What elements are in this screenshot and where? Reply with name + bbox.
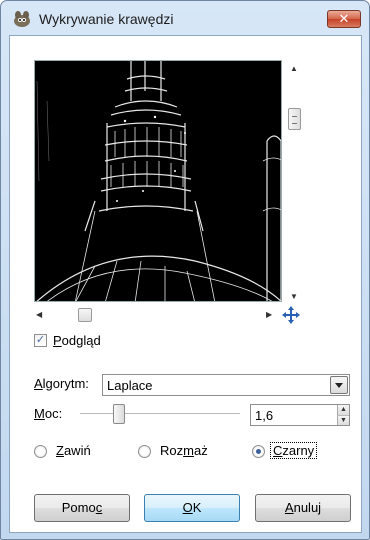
edge-preview-drawing <box>35 61 281 301</box>
horizontal-scroll-thumb[interactable] <box>78 308 92 322</box>
cancel-button[interactable]: Anuluj <box>255 494 351 522</box>
amount-slider-thumb[interactable] <box>113 404 125 424</box>
scroll-left-icon[interactable]: ◀ <box>36 310 42 319</box>
algorithm-value: Laplace <box>107 378 153 393</box>
radio-black[interactable] <box>252 445 265 458</box>
spin-up-icon[interactable]: ▲ <box>337 405 349 415</box>
radio-wrap-label[interactable]: Zawiń <box>56 443 91 458</box>
scroll-down-icon[interactable]: ▼ <box>290 292 298 301</box>
scroll-up-icon[interactable]: ▲ <box>290 64 298 73</box>
spin-down-icon[interactable]: ▼ <box>337 415 349 425</box>
chevron-down-icon[interactable] <box>330 376 348 394</box>
preview-checkbox-label[interactable]: Podgląd <box>53 333 101 348</box>
ok-button[interactable]: OK <box>144 494 240 522</box>
dialog-window: Wykrywanie krawędzi ✕ ▲ ▼ ◀ ▶ ✓ Podgląd … <box>0 0 370 540</box>
amount-spin-buttons[interactable]: ▲ ▼ <box>337 405 349 425</box>
radio-black-label[interactable]: Czarny <box>270 442 318 459</box>
algorithm-label: Algorytm: <box>34 376 89 391</box>
amount-spinbox[interactable]: 1,6 ▲ ▼ <box>250 404 350 426</box>
radio-wrap[interactable] <box>34 445 47 458</box>
preview-image[interactable] <box>34 60 282 302</box>
close-button[interactable]: ✕ <box>327 10 361 28</box>
algorithm-select[interactable]: Laplace <box>102 374 350 396</box>
window-title: Wykrywanie krawędzi <box>39 11 174 27</box>
dialog-body: ▲ ▼ ◀ ▶ ✓ Podgląd Algorytm: Laplace Moc: <box>9 35 362 533</box>
amount-label: Moc: <box>34 406 63 421</box>
amount-slider-track[interactable] <box>80 413 240 415</box>
preview-horizontal-scrollbar[interactable]: ◀ ▶ <box>34 306 284 326</box>
preview-vertical-scrollbar[interactable]: ▲ ▼ <box>284 60 304 322</box>
vertical-scroll-thumb[interactable] <box>288 108 301 130</box>
title-bar: Wykrywanie krawędzi ✕ <box>1 1 369 35</box>
wilber-icon <box>14 11 30 27</box>
navigate-cross-icon[interactable] <box>281 305 301 325</box>
help-button[interactable]: Pomoc <box>34 494 130 522</box>
radio-smear[interactable] <box>138 445 151 458</box>
preview-checkbox[interactable]: ✓ <box>34 334 47 347</box>
scroll-right-icon[interactable]: ▶ <box>266 310 272 319</box>
radio-smear-label[interactable]: Rozmaż <box>160 443 208 458</box>
amount-value: 1,6 <box>255 408 274 423</box>
